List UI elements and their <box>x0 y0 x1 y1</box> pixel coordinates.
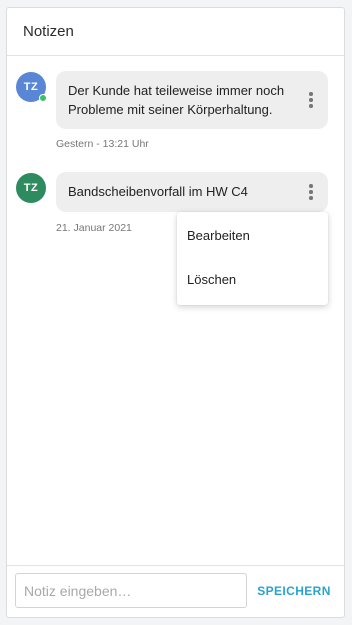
more-vertical-icon[interactable] <box>304 90 318 110</box>
avatar-initials: TZ <box>23 81 39 93</box>
menu-item-delete[interactable]: Löschen <box>177 258 328 302</box>
avatar[interactable]: TZ <box>16 173 46 203</box>
online-status-indicator <box>39 94 47 102</box>
note-composer: SPEICHERN <box>7 565 344 617</box>
note-timestamp: 21. Januar 2021 <box>56 222 132 234</box>
notes-panel: Notizen TZ Der Kunde hat teileweise imme… <box>6 7 345 618</box>
note-context-menu: Bearbeiten Löschen <box>177 212 328 305</box>
save-button[interactable]: SPEICHERN <box>254 573 334 608</box>
panel-title: Notizen <box>23 23 74 40</box>
more-vertical-icon[interactable] <box>304 182 318 202</box>
note-input[interactable] <box>15 573 247 608</box>
note-bubble: Bandscheibenvorfall im HW C4 <box>56 172 328 212</box>
menu-item-edit[interactable]: Bearbeiten <box>177 214 328 258</box>
note-bubble: Der Kunde hat teileweise immer noch Prob… <box>56 71 328 129</box>
note-text: Der Kunde hat teileweise immer noch Prob… <box>68 83 285 117</box>
note-timestamp: Gestern - 13:21 Uhr <box>56 138 149 150</box>
avatar-initials: TZ <box>23 182 39 194</box>
avatar[interactable]: TZ <box>16 72 47 102</box>
note-text: Bandscheibenvorfall im HW C4 <box>68 184 248 199</box>
panel-header: Notizen <box>7 8 344 56</box>
